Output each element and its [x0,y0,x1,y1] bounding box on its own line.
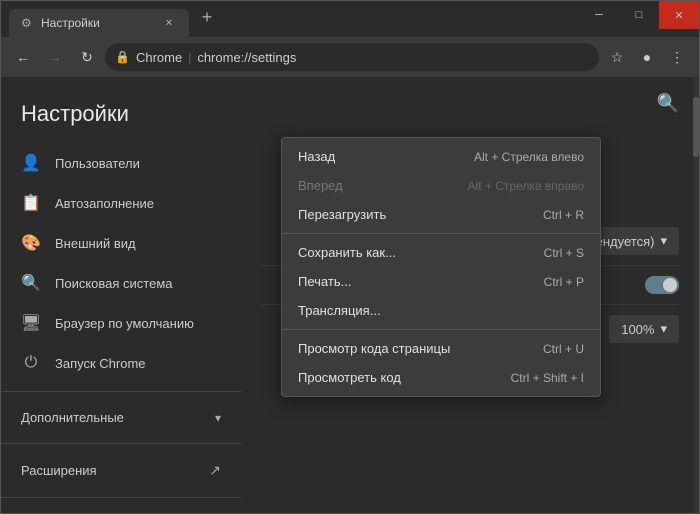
toggle-switch[interactable] [645,276,679,294]
startup-icon: ⏻ [21,353,41,373]
forward-button[interactable]: → [41,43,69,71]
sidebar-item-startup[interactable]: ⏻ Запуск Chrome [1,343,241,383]
menu-button[interactable]: ⋮ [663,43,691,71]
ctx-save-label: Сохранить как... [298,245,396,260]
address-bar[interactable]: 🔒 Chrome | chrome://settings [105,43,599,71]
users-label: Пользователи [55,156,140,171]
startup-label: Запуск Chrome [55,356,146,371]
title-bar: ⚙ Настройки ✕ + ─ □ ✕ [1,1,699,37]
tab-favicon: ⚙ [21,16,35,30]
chrome-label: Chrome [136,50,182,65]
browser-icon: 🖥 [21,313,41,333]
search-icon-top[interactable]: 🔍 [657,93,679,114]
context-menu: Назад Alt + Стрелка влево Вперед Alt + С… [281,137,601,397]
zoom-chevron-icon: ▾ [660,321,667,337]
browser-window: ⚙ Настройки ✕ + ─ □ ✕ ← → ↻ 🔒 Chrome | c… [0,0,700,514]
sidebar-item-appearance[interactable]: 🎨 Внешний вид [1,223,241,263]
sidebar-divider-1 [1,391,241,392]
ctx-cast[interactable]: Трансляция... [282,296,600,325]
ctx-back-label: Назад [298,149,335,164]
ctx-save[interactable]: Сохранить как... Ctrl + S [282,238,600,267]
ctx-back[interactable]: Назад Alt + Стрелка влево [282,142,600,171]
refresh-button[interactable]: ↻ [73,43,101,71]
sidebar-item-search[interactable]: 🔍 Поисковая система [1,263,241,303]
close-button[interactable]: ✕ [659,1,699,29]
sidebar-item-autofill[interactable]: 📋 Автозаполнение [1,183,241,223]
ctx-reload[interactable]: Перезагрузить Ctrl + R [282,200,600,229]
users-icon: 👤 [21,153,41,173]
ctx-inspect[interactable]: Просмотреть код Ctrl + Shift + I [282,363,600,392]
ctx-inspect-shortcut: Ctrl + Shift + I [511,371,584,385]
zoom-dropdown[interactable]: 100% ▾ [609,315,679,343]
nav-actions: ☆ ● ⋮ [603,43,691,71]
sidebar: Настройки 👤 Пользователи 📋 Автозаполнени… [1,77,241,513]
ctx-view-source[interactable]: Просмотр кода страницы Ctrl + U [282,334,600,363]
autofill-label: Автозаполнение [55,196,154,211]
scrollbar[interactable] [693,77,699,513]
browser-label: Браузер по умолчанию [55,316,194,331]
ctx-reload-label: Перезагрузить [298,207,386,222]
active-tab[interactable]: ⚙ Настройки ✕ [9,9,189,37]
ctx-separator-1 [282,233,600,234]
zoom-value: 100% [621,322,654,337]
navigation-bar: ← → ↻ 🔒 Chrome | chrome://settings ☆ ● ⋮ [1,37,699,77]
ctx-print[interactable]: Печать... Ctrl + P [282,267,600,296]
sidebar-item-users[interactable]: 👤 Пользователи [1,143,241,183]
address-text: chrome://settings [197,50,296,65]
ctx-separator-2 [282,329,600,330]
profile-button[interactable]: ● [633,43,661,71]
tab-title: Настройки [41,16,155,30]
external-link-icon: ↗ [209,462,221,479]
bookmark-button[interactable]: ☆ [603,43,631,71]
sidebar-divider-2 [1,443,241,444]
ctx-forward-shortcut: Alt + Стрелка вправо [468,179,584,193]
security-icon: 🔒 [115,50,130,64]
ctx-cast-label: Трансляция... [298,303,381,318]
ctx-print-label: Печать... [298,274,351,289]
sidebar-section-extensions[interactable]: Расширения ↗ [1,452,241,489]
sidebar-section-about[interactable]: О браузере Chrome [1,506,241,513]
ctx-view-source-label: Просмотр кода страницы [298,341,450,356]
sidebar-item-default-browser[interactable]: 🖥 Браузер по умолчанию [1,303,241,343]
ctx-reload-shortcut: Ctrl + R [543,208,584,222]
tab-close-button[interactable]: ✕ [161,15,177,31]
ctx-forward-label: Вперед [298,178,343,193]
autofill-icon: 📋 [21,193,41,213]
back-button[interactable]: ← [9,43,37,71]
advanced-label: Дополнительные [21,410,124,425]
appearance-icon: 🎨 [21,233,41,253]
advanced-arrow-icon: ▾ [215,411,221,425]
maximize-button[interactable]: □ [619,1,659,29]
window-controls: ─ □ ✕ [579,1,699,29]
address-separator: | [188,50,191,64]
ctx-view-source-shortcut: Ctrl + U [543,342,584,356]
ctx-print-shortcut: Ctrl + P [544,275,584,289]
font-size-chevron-icon: ▾ [660,233,667,249]
search-label: Поисковая система [55,276,173,291]
search-engine-icon: 🔍 [21,273,41,293]
sidebar-divider-3 [1,497,241,498]
sidebar-section-advanced[interactable]: Дополнительные ▾ [1,400,241,435]
extensions-label: Расширения [21,463,97,478]
ctx-inspect-label: Просмотреть код [298,370,401,385]
ctx-save-shortcut: Ctrl + S [544,246,584,260]
new-tab-button[interactable]: + [193,3,221,31]
ctx-forward: Вперед Alt + Стрелка вправо [282,171,600,200]
scrollbar-thumb[interactable] [693,97,699,157]
minimize-button[interactable]: ─ [579,1,619,29]
ctx-back-shortcut: Alt + Стрелка влево [474,150,584,164]
settings-title: Настройки [1,93,241,143]
appearance-label: Внешний вид [55,236,136,251]
main-area: Настройки 👤 Пользователи 📋 Автозаполнени… [1,77,699,513]
